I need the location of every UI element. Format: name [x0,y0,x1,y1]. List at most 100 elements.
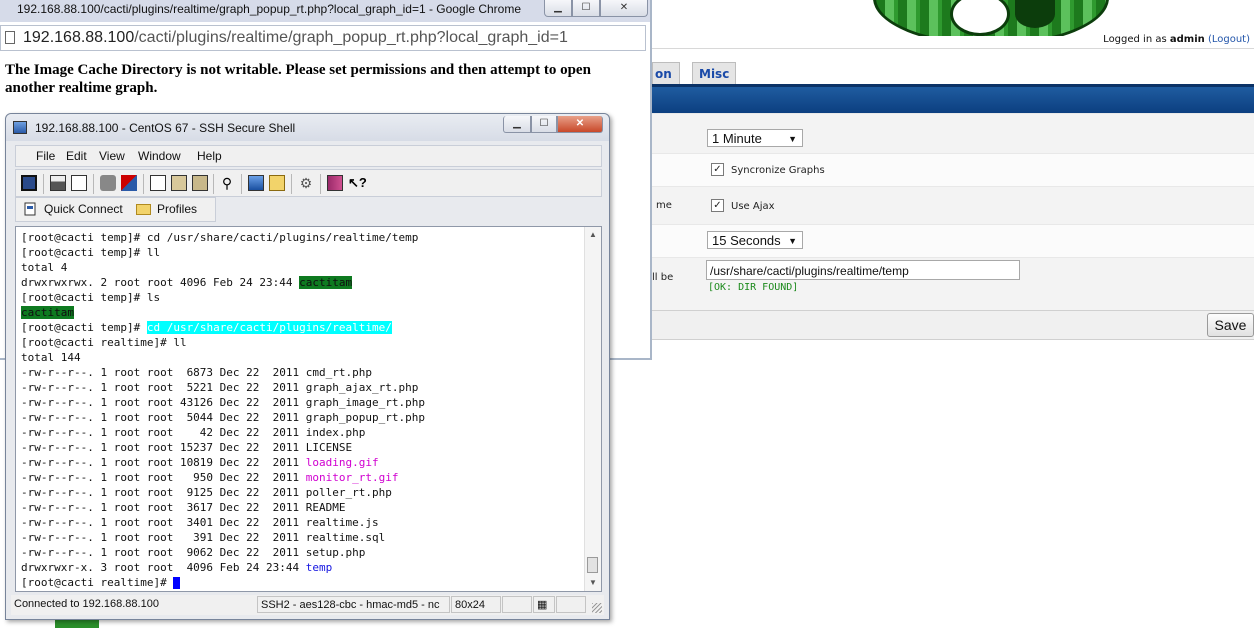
menu-view[interactable]: View [99,149,125,163]
sync-graphs-label: Syncronize Graphs [731,165,825,176]
toolbar-separator [43,174,44,194]
sync-graphs-checkbox[interactable]: ✓ [711,163,724,176]
print-icon[interactable] [50,175,66,191]
terminal-file-name: poller_rt.php [305,486,392,499]
terminal-file-meta: -rw-r--r--. 1 root root 5221 Dec 22 2011 [21,381,306,394]
use-ajax-checkbox[interactable]: ✓ [711,199,724,212]
terminal-prompt: [root@cacti temp]# [21,321,147,334]
help-book-icon[interactable] [327,175,343,191]
ssh-titlebar[interactable]: 192.168.88.100 - CentOS 67 - SSH Secure … [6,114,609,141]
scroll-up-icon[interactable]: ▲ [585,227,601,243]
whats-this-icon[interactable]: ↖? [348,175,367,191]
terminal-file-name: LICENSE [305,441,353,454]
cactus-shadow [1015,0,1055,28]
terminal-file-meta: -rw-r--r--. 1 root root 9125 Dec 22 2011 [21,486,306,499]
terminal-line: -rw-r--r--. 1 root root 42 Dec 22 2011 i… [21,425,583,440]
terminal-file-meta: -rw-r--r--. 1 root root 43126 Dec 22 201… [21,396,306,409]
toolbar-separator [93,174,94,194]
save-icon[interactable] [21,175,37,191]
scroll-down-icon[interactable]: ▼ [585,575,601,591]
chrome-window-title: 192.168.88.100/cacti/plugins/realtime/gr… [17,2,522,16]
find-icon[interactable]: ⚲ [219,175,235,191]
terminal-output: [root@cacti temp]# cd /usr/share/cacti/p… [21,230,583,590]
save-button[interactable]: Save [1207,313,1254,337]
terminal-line: [root@cacti realtime]# [21,575,583,590]
terminal-selected-command: cd /usr/share/cacti/plugins/realtime/ [146,321,392,334]
toolbar: ⚲ ⚙ ↖? [15,169,602,197]
setting-label-fragment: ll be [652,272,674,283]
logout-link[interactable]: (Logout) [1208,34,1250,45]
terminal-line: drwxrwxrwx. 2 root root 4096 Feb 24 23:4… [21,275,583,290]
quick-connect-icon [23,202,37,217]
disconnect-icon[interactable] [100,175,116,191]
menu-edit[interactable]: Edit [66,149,87,163]
terminal-line: total 144 [21,351,81,364]
menu-window[interactable]: Window [138,149,181,163]
quick-connect-button[interactable]: Quick Connect [44,202,123,216]
maximize-icon[interactable]: ☐ [572,0,600,17]
terminal-file-meta: -rw-r--r--. 1 root root 15237 Dec 22 201… [21,441,306,454]
minimize-icon[interactable]: ▁ [503,116,531,133]
terminal-file-name: setup.php [305,546,366,559]
toolbar-separator [213,174,214,194]
cache-directory-input[interactable]: /usr/share/cacti/plugins/realtime/temp [706,260,1020,280]
terminal-area[interactable]: [root@cacti temp]# cd /usr/share/cacti/p… [15,226,602,592]
terminal-file-meta: -rw-r--r--. 1 root root 5044 Dec 22 2011 [21,411,306,424]
graph-window-value: 15 Seconds [712,233,781,248]
graph-window-select[interactable]: 15 Seconds ▼ [707,231,803,249]
status-lock-icon: ▦ [533,596,555,613]
terminal-line: -rw-r--r--. 1 root root 391 Dec 22 2011 … [21,530,583,545]
chrome-titlebar[interactable]: 192.168.88.100/cacti/plugins/realtime/gr… [0,0,650,22]
ssh-client-window: 192.168.88.100 - CentOS 67 - SSH Secure … [5,113,610,620]
settings-icon[interactable] [248,175,264,191]
scrollbar-thumb[interactable] [587,557,598,573]
dropdown-arrow-icon: ▼ [788,134,797,144]
close-icon[interactable]: ✕ [600,0,648,17]
tab-misc[interactable]: Misc [692,62,736,85]
toolbar-separator [291,174,292,194]
refresh-interval-select[interactable]: 1 Minute ▼ [707,129,803,147]
profiles-button[interactable]: Profiles [157,202,197,216]
profiles-icon[interactable] [269,175,285,191]
tab-partial[interactable]: on [652,62,680,85]
terminal-line: [root@cacti temp]# ll [21,245,583,260]
paste-special-icon[interactable] [192,175,208,191]
terminal-line: -rw-r--r--. 1 root root 3617 Dec 22 2011… [21,500,583,515]
terminal-file-name: monitor_rt.gif [305,471,399,484]
print-preview-icon[interactable] [71,175,87,191]
ssh-app-icon [13,121,27,134]
menu-help[interactable]: Help [197,149,222,163]
terminal-file-meta: drwxrwxrwx. 2 root root 4096 Feb 24 23:4… [21,276,300,289]
maximize-icon[interactable]: ☐ [531,116,557,133]
paste-icon[interactable] [171,175,187,191]
close-icon[interactable]: ✕ [557,116,603,133]
cacti-logo-art [855,0,1115,36]
terminal-scrollbar[interactable]: ▲ ▼ [584,227,601,591]
terminal-line: [root@cacti temp]# cd /usr/share/cacti/p… [21,320,583,335]
terminal-file-name: realtime.js [305,516,379,529]
status-bar: Connected to 192.168.88.100 SSH2 - aes12… [11,595,604,615]
toolbar-separator [320,174,321,194]
tools-icon[interactable]: ⚙ [298,175,314,191]
menu-file[interactable]: File [36,149,55,163]
address-url[interactable]: 192.168.88.100/cacti/plugins/realtime/gr… [23,29,568,47]
minimize-icon[interactable]: ▁ [544,0,572,17]
terminal-line: -rw-r--r--. 1 root root 9062 Dec 22 2011… [21,545,583,560]
terminal-prompt: [root@cacti temp]# [21,291,147,304]
status-cell [556,596,586,613]
terminal-command: ll [146,246,161,259]
new-connection-icon[interactable] [121,175,137,191]
terminal-line: [root@cacti temp]# cd /usr/share/cacti/p… [21,230,583,245]
address-bar[interactable]: 192.168.88.100/cacti/plugins/realtime/gr… [0,25,646,51]
terminal-file-name: cmd_rt.php [305,366,373,379]
use-ajax-label: Use Ajax [731,201,775,212]
terminal-line: -rw-r--r--. 1 root root 43126 Dec 22 201… [21,395,583,410]
copy-icon[interactable] [150,175,166,191]
resize-grip-icon[interactable] [592,603,602,613]
cipher-status: SSH2 - aes128-cbc - hmac-md5 - nc [257,596,450,613]
terminal-line: -rw-r--r--. 1 root root 5221 Dec 22 2011… [21,380,583,395]
cache-error-message: The Image Cache Directory is not writabl… [5,62,591,96]
connection-status: Connected to 192.168.88.100 [14,598,159,610]
terminal-dir-name: temp [305,561,333,574]
terminal-line: [root@cacti realtime]# ll [21,335,583,350]
